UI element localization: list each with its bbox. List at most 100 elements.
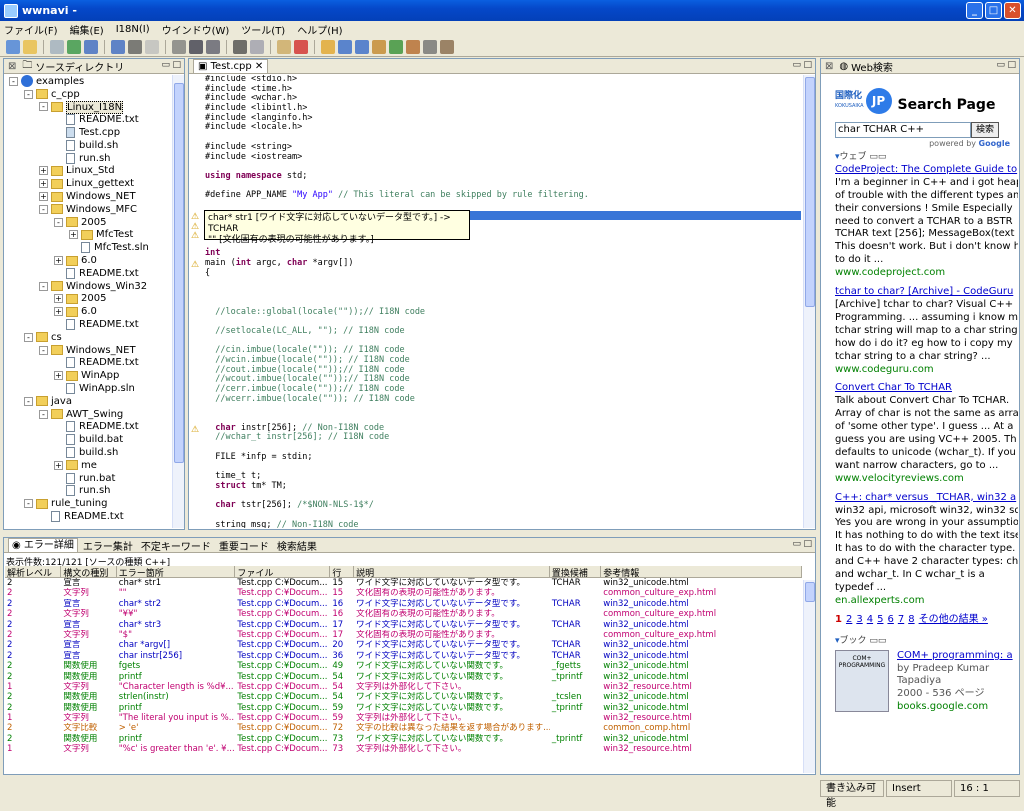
tree-item[interactable]: + me: [5, 459, 172, 472]
tree-item[interactable]: run.bat: [5, 472, 172, 485]
expand-toggle-icon[interactable]: +: [69, 230, 78, 240]
tree-item[interactable]: README.txt: [5, 318, 172, 331]
tree-item[interactable]: + MfcTest: [5, 229, 172, 242]
table-row[interactable]: 2 宣言 char* str2 Test.cpp C:¥Docum... 16 ワイド文字…: [5, 599, 802, 609]
editor-scrollbar[interactable]: [803, 75, 815, 528]
tree-item[interactable]: README.txt: [5, 421, 172, 434]
column-header[interactable]: 行: [330, 566, 355, 577]
redo-icon[interactable]: [84, 39, 98, 54]
warning-icon[interactable]: ⚠: [191, 222, 200, 232]
paste-icon[interactable]: [277, 39, 291, 54]
column-header[interactable]: エラー箇所: [117, 566, 236, 577]
tree-item[interactable]: run.sh: [5, 152, 172, 165]
tree-item[interactable]: - Linux_I18N: [5, 100, 172, 114]
table-row[interactable]: 1 文字列 "Character length is %d¥... Test.cpp …: [5, 682, 802, 692]
menu-item[interactable]: ウインドウ(W): [162, 22, 230, 37]
page-link[interactable]: 3: [856, 614, 862, 625]
warning-icon[interactable]: ⚠: [191, 212, 200, 222]
column-header[interactable]: 参考情報: [601, 566, 802, 577]
tree-item[interactable]: - 2005: [5, 216, 172, 229]
tree-item[interactable]: MfcTest.sln: [5, 241, 172, 254]
maximize-button[interactable]: □: [985, 2, 1002, 19]
delete-icon[interactable]: [294, 39, 308, 54]
column-header[interactable]: ファイル: [235, 566, 331, 577]
open-icon[interactable]: [23, 39, 37, 54]
minimize-panel-icon[interactable]: ▭: [792, 539, 801, 549]
error-tab[interactable]: エラー集計: [80, 538, 136, 553]
scroll-thumb[interactable]: [805, 582, 815, 602]
collapse-toggle-icon[interactable]: -: [9, 76, 18, 86]
tree-scrollbar[interactable]: [172, 75, 184, 528]
page-link[interactable]: 6: [887, 614, 893, 625]
page-link[interactable]: 4: [867, 614, 873, 625]
tree-item[interactable]: - java: [5, 395, 172, 408]
table-row[interactable]: 2 関数使用 strlen(instr) Test.cpp C:¥Docum... 54…: [5, 692, 802, 702]
tree-item[interactable]: - rule_tuning: [5, 497, 172, 510]
tree-item[interactable]: build.bat: [5, 433, 172, 446]
close-button[interactable]: ✕: [1004, 2, 1021, 19]
expand-toggle-icon[interactable]: +: [39, 192, 48, 202]
result-title[interactable]: Convert Char To TCHAR: [835, 382, 1018, 395]
maximize-panel-icon[interactable]: □: [803, 539, 812, 549]
panel-close-icon[interactable]: ⊠: [8, 61, 16, 72]
tree-item[interactable]: README.txt: [5, 510, 172, 523]
table-row[interactable]: 2 宣言 char* str1 Test.cpp C:¥Docum... 15 ワイド文字…: [5, 578, 802, 588]
collapse-toggle-icon[interactable]: -: [39, 204, 48, 214]
expand-toggle-icon[interactable]: +: [54, 307, 63, 317]
error-tab[interactable]: 検索結果: [274, 538, 320, 553]
tree-item[interactable]: build.sh: [5, 139, 172, 152]
collapse-toggle-icon[interactable]: -: [39, 102, 48, 112]
tree-item[interactable]: build.sh: [5, 446, 172, 459]
panel-close-icon[interactable]: ⊠: [825, 61, 833, 72]
book-icon[interactable]: [372, 39, 386, 54]
menu-item[interactable]: 編集(E): [70, 22, 104, 37]
tree-item[interactable]: + Linux_gettext: [5, 177, 172, 190]
table-row[interactable]: 2 関数使用 printf Test.cpp C:¥Docum... 54 ワイド文字に対…: [5, 672, 802, 682]
copy-icon[interactable]: [250, 39, 264, 54]
globe2-icon[interactable]: [355, 39, 369, 54]
help-icon[interactable]: [440, 39, 454, 54]
expand-toggle-icon[interactable]: +: [39, 166, 48, 176]
collapse-toggle-icon[interactable]: -: [24, 499, 33, 509]
menu-item[interactable]: ツール(T): [241, 22, 285, 37]
stop-icon[interactable]: [145, 39, 159, 54]
search-button[interactable]: 検索: [971, 122, 999, 138]
column-header[interactable]: 解析レベル: [5, 566, 62, 577]
tree-item[interactable]: README.txt: [5, 267, 172, 280]
tree-item[interactable]: - Windows_NET: [5, 344, 172, 357]
table-scrollbar[interactable]: [803, 580, 815, 773]
page-link[interactable]: 8: [908, 614, 914, 625]
tree-item[interactable]: Test.cpp: [5, 126, 172, 139]
column-header[interactable]: 構文の種別: [61, 566, 117, 577]
expand-toggle-icon[interactable]: +: [54, 294, 63, 304]
table-row[interactable]: 1 文字列 "%c' is greater than 'e'. ¥... Test.c…: [5, 744, 802, 754]
tree-item[interactable]: - Windows_Win32: [5, 280, 172, 293]
page-link[interactable]: 5: [877, 614, 883, 625]
tree-item[interactable]: run.sh: [5, 485, 172, 498]
book-cover[interactable]: COM+ PROGRAMMING: [835, 649, 889, 712]
save-icon[interactable]: [50, 39, 64, 54]
monitor-icon[interactable]: [189, 39, 203, 54]
expand-toggle-icon[interactable]: +: [54, 371, 63, 381]
menu-item[interactable]: I18N(I): [116, 24, 150, 35]
tree-item[interactable]: WinApp.sln: [5, 382, 172, 395]
error-tab[interactable]: ◉ エラー詳細: [8, 538, 78, 552]
tree-item[interactable]: + Linux_Std: [5, 165, 172, 178]
collapse-toggle-icon[interactable]: -: [24, 89, 33, 99]
collapse-toggle-icon[interactable]: -: [24, 396, 33, 406]
tree-item[interactable]: + Windows_NET: [5, 190, 172, 203]
warning-icon[interactable]: ⚠: [191, 426, 200, 435]
tree-icon[interactable]: [389, 39, 403, 54]
warning-icon[interactable]: ⚠: [191, 261, 200, 270]
collapse-toggle-icon[interactable]: -: [39, 345, 48, 355]
minimize-panel-icon[interactable]: ▭: [996, 60, 1005, 70]
table-row[interactable]: 1 文字列 "The literal you input is %... Test.c…: [5, 713, 802, 723]
binoculars-icon[interactable]: [128, 39, 142, 54]
tree-item[interactable]: - cs: [5, 331, 172, 344]
scroll-thumb[interactable]: [805, 77, 815, 307]
book-title[interactable]: COM+ programming: a: [897, 650, 1013, 663]
globe-icon[interactable]: [338, 39, 352, 54]
column-header[interactable]: 置換候補: [550, 566, 602, 577]
image-icon[interactable]: [406, 39, 420, 54]
tools-icon[interactable]: [423, 39, 437, 54]
